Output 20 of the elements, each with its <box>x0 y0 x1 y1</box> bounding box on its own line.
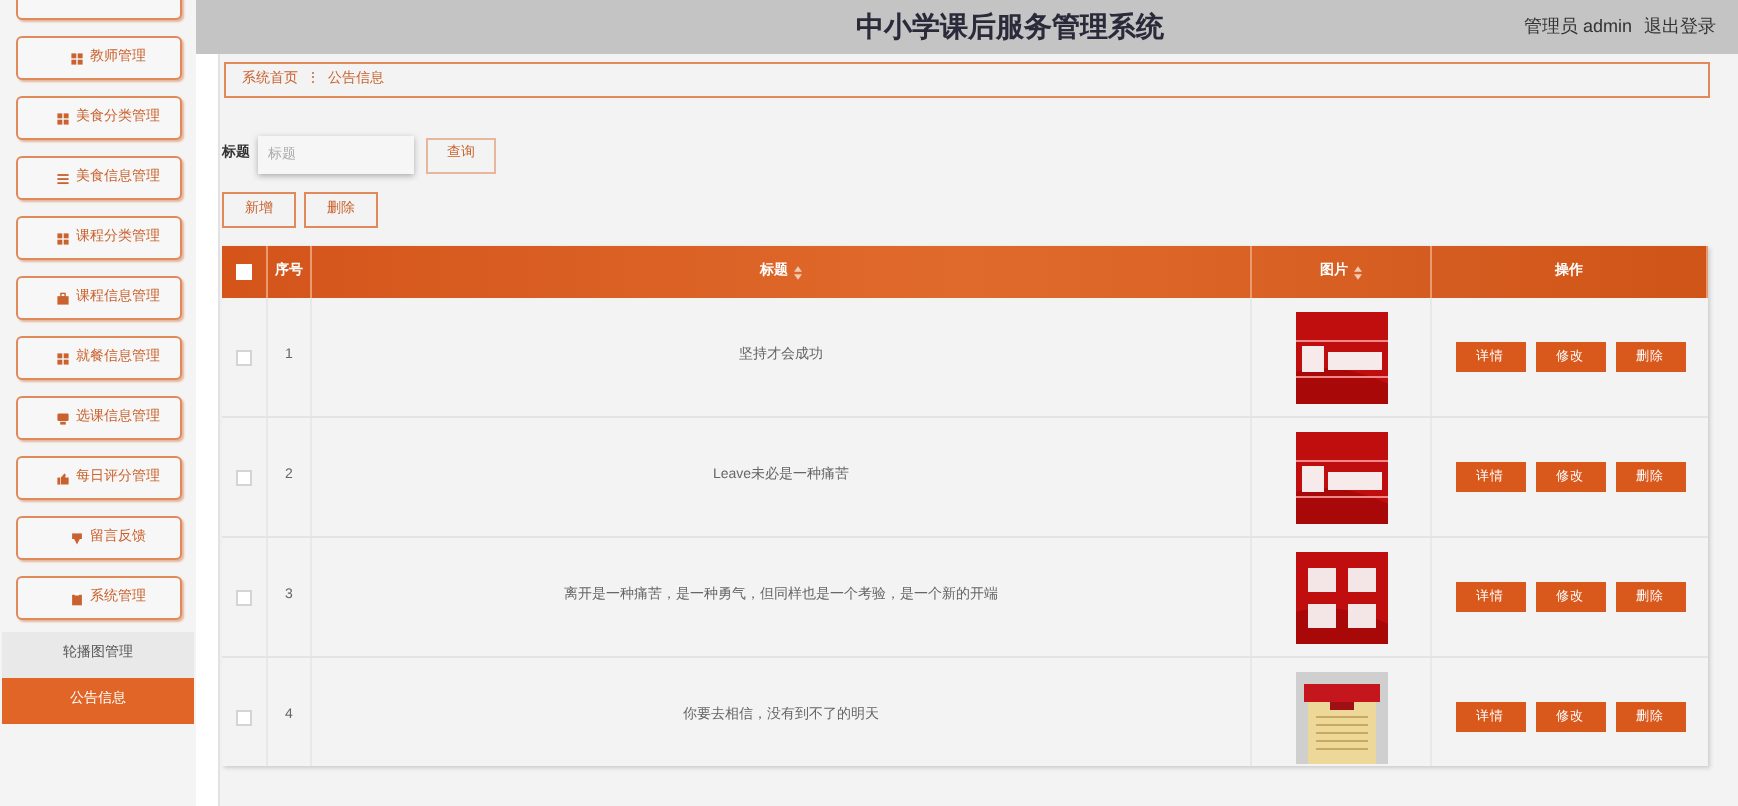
sort-icon[interactable] <box>1354 265 1362 279</box>
row-checkbox[interactable] <box>236 469 252 485</box>
grid-icon <box>70 51 84 65</box>
list-icon <box>56 171 70 185</box>
user-label: 管理员 admin <box>1523 13 1632 40</box>
row-checkbox[interactable] <box>236 589 252 605</box>
pushpin-icon <box>70 531 84 545</box>
thumbs-up-icon <box>56 471 70 485</box>
monitor-icon <box>56 411 70 425</box>
row-checkbox[interactable] <box>236 709 252 725</box>
app-title: 中小学课后服务管理系统 <box>856 8 1164 46</box>
briefcase-icon <box>56 291 70 305</box>
logout-link[interactable]: 退出登录 <box>1644 13 1716 41</box>
grid-icon <box>56 111 70 125</box>
select-all-checkbox[interactable] <box>236 264 252 280</box>
sort-icon[interactable] <box>794 265 802 279</box>
grid-icon <box>56 231 70 245</box>
grid-icon <box>56 351 70 365</box>
clipboard-icon <box>70 591 84 605</box>
row-checkbox[interactable] <box>236 349 252 365</box>
